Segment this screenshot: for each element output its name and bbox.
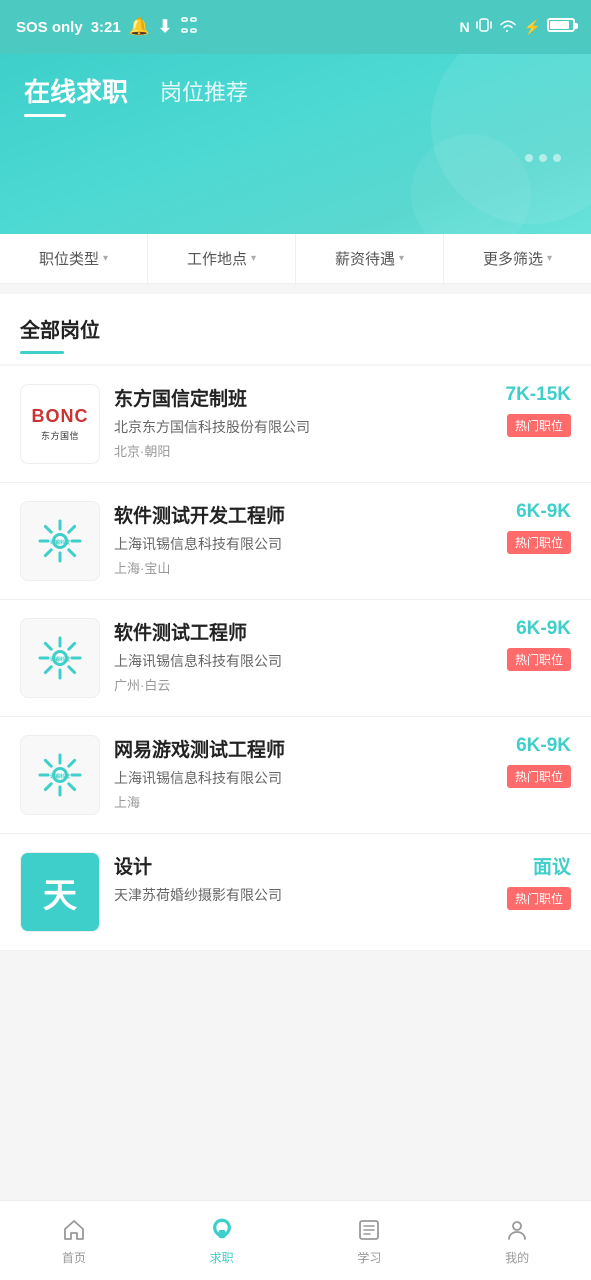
learn-icon	[354, 1215, 384, 1245]
svg-text:讯锡科技: 讯锡科技	[50, 539, 71, 546]
jobs-icon	[207, 1215, 237, 1245]
chevron-down-icon-2: ▾	[251, 253, 256, 264]
nav-label-home: 首页	[62, 1249, 86, 1266]
filter-more[interactable]: 更多筛选 ▾	[444, 234, 591, 283]
tab-online-jobs[interactable]: 在线求职	[24, 72, 128, 117]
profile-icon	[502, 1215, 532, 1245]
job-title-5: 设计	[114, 852, 493, 879]
nav-item-learn[interactable]: 学习	[296, 1207, 444, 1274]
company-logo-tian: 天	[20, 852, 100, 932]
job-content-5: 设计 天津苏荷婚纱摄影有限公司	[114, 852, 493, 909]
status-left: SOS only 3:21 🔔 ⬇	[16, 16, 198, 39]
job-company-3: 上海讯锡信息科技有限公司	[114, 651, 493, 671]
filter-section: 职位类型 ▾ 工作地点 ▾ 薪资待遇 ▾ 更多筛选 ▾	[0, 234, 591, 284]
job-location-3: 广州·白云	[114, 675, 493, 694]
job-location-1: 北京·朝阳	[114, 441, 492, 460]
bottom-nav: 首页 求职 学习	[0, 1200, 591, 1280]
screenshot-icon	[180, 16, 198, 39]
job-item-2[interactable]: 讯锡科技 软件测试开发工程师 上海讯锡信息科技有限公司 上海·宝山 6K-9K …	[0, 483, 591, 600]
all-positions-section: 全部岗位	[0, 294, 591, 364]
job-badge-5: 热门职位	[507, 887, 571, 910]
job-salary-1: 7K-15K	[506, 384, 571, 406]
nav-label-jobs: 求职	[210, 1249, 234, 1266]
job-content-2: 软件测试开发工程师 上海讯锡信息科技有限公司 上海·宝山	[114, 501, 493, 577]
job-company-4: 上海讯锡信息科技有限公司	[114, 768, 493, 788]
filter-salary[interactable]: 薪资待遇 ▾	[296, 234, 444, 283]
status-bar: SOS only 3:21 🔔 ⬇ N	[0, 0, 591, 54]
wifi-icon	[498, 17, 518, 38]
decoration-dots	[525, 154, 561, 162]
time-text: 3:21	[91, 19, 121, 36]
job-title-4: 网易游戏测试工程师	[114, 735, 493, 762]
filter-row: 职位类型 ▾ 工作地点 ▾ 薪资待遇 ▾ 更多筛选 ▾	[0, 234, 591, 284]
xunxi-logo-icon-3: 讯锡科技	[36, 751, 84, 799]
job-item-4[interactable]: 讯锡科技 网易游戏测试工程师 上海讯锡信息科技有限公司 上海 6K-9K 热门职…	[0, 717, 591, 834]
header-tabs: 在线求职 岗位推荐	[24, 72, 567, 117]
company-logo-xunxi-2: 讯锡科技	[20, 618, 100, 698]
nav-label-profile: 我的	[505, 1249, 529, 1266]
job-company-2: 上海讯锡信息科技有限公司	[114, 534, 493, 554]
section-underline	[20, 351, 64, 354]
notification-icon: 🔔	[129, 17, 150, 37]
job-title-1: 东方国信定制班	[114, 384, 492, 411]
filter-location[interactable]: 工作地点 ▾	[148, 234, 296, 283]
job-right-2: 6K-9K 热门职位	[507, 501, 571, 554]
company-logo-bonc: BONC 东方国信	[20, 384, 100, 464]
company-logo-xunxi-1: 讯锡科技	[20, 501, 100, 581]
job-content-1: 东方国信定制班 北京东方国信科技股份有限公司 北京·朝阳	[114, 384, 492, 460]
battery-icon	[547, 18, 575, 37]
job-right-1: 7K-15K 热门职位	[506, 384, 571, 437]
job-title-2: 软件测试开发工程师	[114, 501, 493, 528]
job-list: BONC 东方国信 东方国信定制班 北京东方国信科技股份有限公司 北京·朝阳 7…	[0, 366, 591, 951]
job-content-4: 网易游戏测试工程师 上海讯锡信息科技有限公司 上海	[114, 735, 493, 811]
job-location-4: 上海	[114, 792, 493, 811]
filter-job-type[interactable]: 职位类型 ▾	[0, 234, 148, 283]
xunxi-logo-icon-2: 讯锡科技	[36, 634, 84, 682]
job-badge-3: 热门职位	[507, 648, 571, 671]
job-salary-3: 6K-9K	[516, 618, 571, 640]
job-item-5[interactable]: 天 设计 天津苏荷婚纱摄影有限公司 面议 热门职位	[0, 834, 591, 951]
nfc-icon: N	[459, 19, 469, 35]
nav-item-jobs[interactable]: 求职	[148, 1207, 296, 1274]
chevron-down-icon-4: ▾	[547, 253, 552, 264]
home-icon	[59, 1215, 89, 1245]
job-title-3: 软件测试工程师	[114, 618, 493, 645]
job-item-3[interactable]: 讯锡科技 软件测试工程师 上海讯锡信息科技有限公司 广州·白云 6K-9K 热门…	[0, 600, 591, 717]
job-content-3: 软件测试工程师 上海讯锡信息科技有限公司 广州·白云	[114, 618, 493, 694]
job-right-5: 面议 热门职位	[507, 852, 571, 910]
job-badge-1: 热门职位	[507, 414, 571, 437]
job-salary-2: 6K-9K	[516, 501, 571, 523]
status-icons-right: N ⚡	[459, 16, 575, 39]
nav-label-learn: 学习	[357, 1249, 381, 1266]
job-item-1[interactable]: BONC 东方国信 东方国信定制班 北京东方国信科技股份有限公司 北京·朝阳 7…	[0, 366, 591, 483]
battery-saver-icon: ⚡	[524, 19, 541, 36]
svg-text:讯锡科技: 讯锡科技	[50, 656, 71, 663]
chevron-down-icon: ▾	[103, 253, 108, 264]
job-company-5: 天津苏荷婚纱摄影有限公司	[114, 885, 493, 905]
job-salary-4: 6K-9K	[516, 735, 571, 757]
chevron-down-icon-3: ▾	[399, 253, 404, 264]
svg-text:讯锡科技: 讯锡科技	[50, 773, 71, 780]
xunxi-logo-icon-1: 讯锡科技	[36, 517, 84, 565]
section-title: 全部岗位	[20, 314, 571, 343]
job-salary-5: 面议	[533, 852, 571, 879]
job-right-4: 6K-9K 热门职位	[507, 735, 571, 788]
signal-text: SOS only	[16, 19, 83, 36]
nav-item-home[interactable]: 首页	[0, 1207, 148, 1274]
download-icon: ⬇	[158, 17, 172, 37]
company-logo-xunxi-3: 讯锡科技	[20, 735, 100, 815]
job-right-3: 6K-9K 热门职位	[507, 618, 571, 671]
vibrate-icon	[476, 16, 492, 39]
tab-recommended-jobs[interactable]: 岗位推荐	[160, 75, 248, 115]
job-company-1: 北京东方国信科技股份有限公司	[114, 417, 492, 437]
job-badge-2: 热门职位	[507, 531, 571, 554]
job-location-2: 上海·宝山	[114, 558, 493, 577]
nav-item-profile[interactable]: 我的	[443, 1207, 591, 1274]
job-badge-4: 热门职位	[507, 765, 571, 788]
